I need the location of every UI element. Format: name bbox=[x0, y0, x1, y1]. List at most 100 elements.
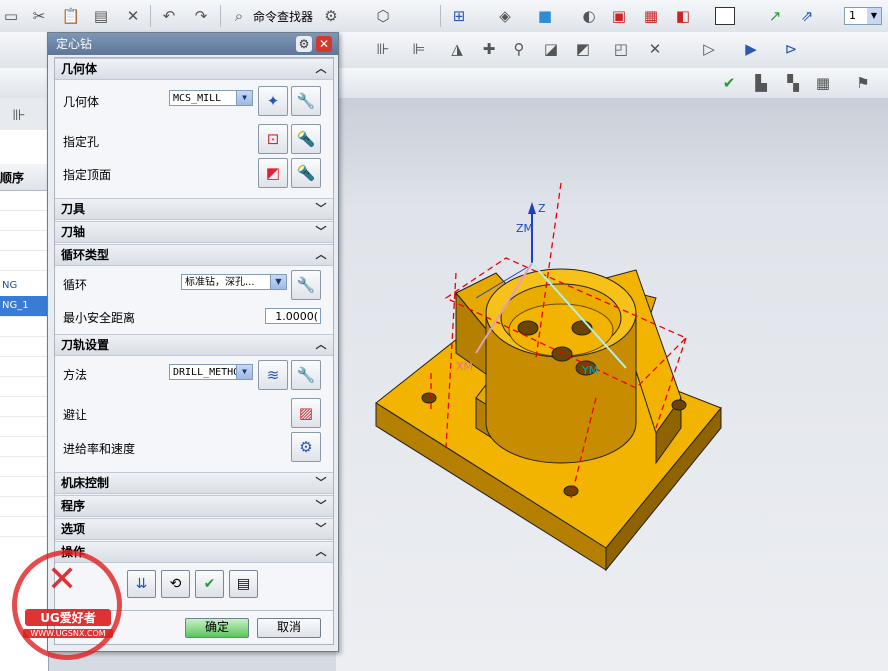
list-item[interactable]: NG bbox=[0, 276, 48, 297]
chevron-up-icon[interactable]: ︿ bbox=[313, 544, 329, 560]
part-model[interactable] bbox=[336, 98, 888, 671]
dialog-title-bar[interactable]: 定心钻 ⚙ ✕ bbox=[48, 33, 338, 55]
toolbar-icon[interactable]: ✔ bbox=[718, 72, 740, 94]
close-icon[interactable]: ✕ bbox=[316, 36, 332, 52]
render-style-icon[interactable]: ◈ bbox=[494, 5, 516, 27]
list-item[interactable] bbox=[0, 376, 48, 397]
specify-top-button[interactable]: ◩ bbox=[258, 158, 288, 188]
view-orient-icon[interactable]: ⊞ bbox=[448, 5, 470, 27]
list-item[interactable] bbox=[0, 436, 48, 457]
toolbar-icon[interactable]: ◰ bbox=[610, 38, 632, 60]
command-finder-icon[interactable]: ⌕ bbox=[228, 5, 250, 27]
toolbar-icon[interactable]: ⊪ bbox=[372, 38, 394, 60]
section-geometry[interactable]: 几何体 ︿ bbox=[55, 58, 333, 80]
toolbar-icon[interactable]: ▙ bbox=[750, 72, 772, 94]
tool-icon[interactable]: ⊳ bbox=[780, 38, 802, 60]
redo-icon[interactable]: ↷ bbox=[190, 5, 212, 27]
new-geometry-button[interactable]: ✦ bbox=[258, 86, 288, 116]
delete-icon[interactable]: ✕ bbox=[122, 5, 144, 27]
section-tool[interactable]: 刀具 ﹀ bbox=[55, 198, 333, 220]
section-machine-control[interactable]: 机床控制 ﹀ bbox=[55, 472, 333, 494]
generate-button[interactable]: ⇊ bbox=[127, 570, 156, 598]
background-color-icon[interactable] bbox=[714, 5, 736, 27]
list-item[interactable] bbox=[0, 356, 48, 377]
verify-button[interactable]: ✔ bbox=[195, 570, 224, 598]
geometry-select[interactable]: MCS_MILL ▼ bbox=[169, 90, 253, 106]
toolbar-icon[interactable]: ⚑ bbox=[852, 72, 874, 94]
chevron-up-icon[interactable]: ︿ bbox=[313, 61, 329, 77]
chevron-down-icon[interactable]: ﹀ bbox=[313, 201, 329, 217]
chevron-down-icon[interactable]: ▼ bbox=[236, 365, 252, 379]
undo-icon[interactable]: ↶ bbox=[158, 5, 180, 27]
list-item[interactable] bbox=[0, 210, 48, 231]
cancel-button[interactable]: 取消 bbox=[257, 618, 321, 638]
list-item[interactable] bbox=[0, 230, 48, 251]
tool-icon[interactable]: ▶ bbox=[740, 38, 762, 60]
specify-holes-button[interactable]: ⊡ bbox=[258, 124, 288, 154]
chevron-down-icon[interactable]: ﹀ bbox=[313, 521, 329, 537]
chevron-down-icon[interactable]: ﹀ bbox=[313, 224, 329, 240]
list-item[interactable] bbox=[0, 496, 48, 517]
cycle-select[interactable]: 标准钻，深孔... ▼ bbox=[181, 274, 287, 290]
toolbar-icon[interactable]: ◪ bbox=[540, 38, 562, 60]
command-finder-button[interactable]: 命令查找器 bbox=[253, 8, 313, 25]
chevron-up-icon[interactable]: ︿ bbox=[313, 247, 329, 263]
section-view-icon[interactable]: ▦ bbox=[640, 5, 662, 27]
close-icon[interactable]: ✕ bbox=[644, 38, 666, 60]
chevron-down-icon[interactable]: ▼ bbox=[270, 275, 286, 289]
list-item[interactable] bbox=[0, 396, 48, 417]
edge-style-icon[interactable]: ◐ bbox=[578, 5, 600, 27]
flashlight-icon[interactable]: 🔦 bbox=[291, 124, 321, 154]
face-analysis-icon[interactable]: ▣ bbox=[608, 5, 630, 27]
avoid-button[interactable]: ▨ bbox=[291, 398, 321, 428]
chevron-up-icon[interactable]: ︿ bbox=[313, 337, 329, 353]
toolbar-icon[interactable]: ▚ bbox=[782, 72, 804, 94]
chevron-down-icon[interactable]: ▼ bbox=[867, 8, 881, 24]
layer-select[interactable]: 1 ▼ bbox=[844, 7, 882, 25]
list-item[interactable] bbox=[0, 516, 48, 537]
copy-icon[interactable]: ▭ bbox=[0, 5, 22, 27]
feeds-speeds-button[interactable]: ⚙ bbox=[291, 432, 321, 462]
list-item[interactable] bbox=[0, 316, 48, 337]
paste-icon[interactable]: 📋 bbox=[60, 5, 82, 27]
toolbar-icon[interactable]: ◮ bbox=[446, 38, 468, 60]
replay-button[interactable]: ⟲ bbox=[161, 570, 190, 598]
tool-icon[interactable]: ▷ bbox=[698, 38, 720, 60]
method-select[interactable]: DRILL_METHO ▼ bbox=[169, 364, 253, 380]
gear-icon[interactable]: ⚙ bbox=[296, 36, 312, 52]
cut-icon[interactable]: ✂ bbox=[28, 5, 50, 27]
toolbar-icon[interactable]: ◩ bbox=[572, 38, 594, 60]
selection-icon[interactable]: ⚙ bbox=[320, 5, 342, 27]
dynamic-csys-icon[interactable]: ⇗ bbox=[796, 5, 818, 27]
toolbar-icon[interactable]: ⚲ bbox=[508, 38, 530, 60]
min-clearance-input[interactable]: 1.0000( bbox=[265, 308, 321, 324]
chevron-down-icon[interactable]: ﹀ bbox=[313, 475, 329, 491]
chevron-down-icon[interactable]: ﹀ bbox=[313, 498, 329, 514]
list-item[interactable] bbox=[0, 416, 48, 437]
section-path-settings[interactable]: 刀轨设置 ︿ bbox=[55, 334, 333, 356]
toolbar-icon[interactable]: ⊪ bbox=[8, 104, 30, 126]
clipboard-icon[interactable]: ▤ bbox=[90, 5, 112, 27]
list-item[interactable] bbox=[0, 476, 48, 497]
graphics-viewport[interactable]: ZM Z XM YM bbox=[336, 98, 888, 671]
new-method-button[interactable]: ≋ bbox=[258, 360, 288, 390]
ok-button[interactable]: 确定 bbox=[185, 618, 249, 638]
list-item[interactable]: NG_1 bbox=[0, 296, 48, 317]
snap-icon[interactable]: ⬡ bbox=[372, 5, 394, 27]
section-cycle-type[interactable]: 循环类型 ︿ bbox=[55, 244, 333, 266]
shaded-cube-icon[interactable]: ■ bbox=[534, 5, 556, 27]
list-item[interactable] bbox=[0, 250, 48, 271]
csys-icon[interactable]: ↗ bbox=[764, 5, 786, 27]
list-item[interactable] bbox=[0, 190, 48, 211]
section-tool-axis[interactable]: 刀轴 ﹀ bbox=[55, 221, 333, 243]
edit-cycle-button[interactable]: 🔧 bbox=[291, 270, 321, 300]
list-button[interactable]: ▤ bbox=[229, 570, 258, 598]
edit-geometry-button[interactable]: 🔧 bbox=[291, 86, 321, 116]
section-options[interactable]: 选项 ﹀ bbox=[55, 518, 333, 540]
toolbar-icon[interactable]: ▦ bbox=[812, 72, 834, 94]
chevron-down-icon[interactable]: ▼ bbox=[236, 91, 252, 105]
list-item[interactable] bbox=[0, 336, 48, 357]
edit-method-button[interactable]: 🔧 bbox=[291, 360, 321, 390]
toolbar-icon[interactable]: ⊫ bbox=[408, 38, 430, 60]
toolbar-icon[interactable]: ✚ bbox=[478, 38, 500, 60]
